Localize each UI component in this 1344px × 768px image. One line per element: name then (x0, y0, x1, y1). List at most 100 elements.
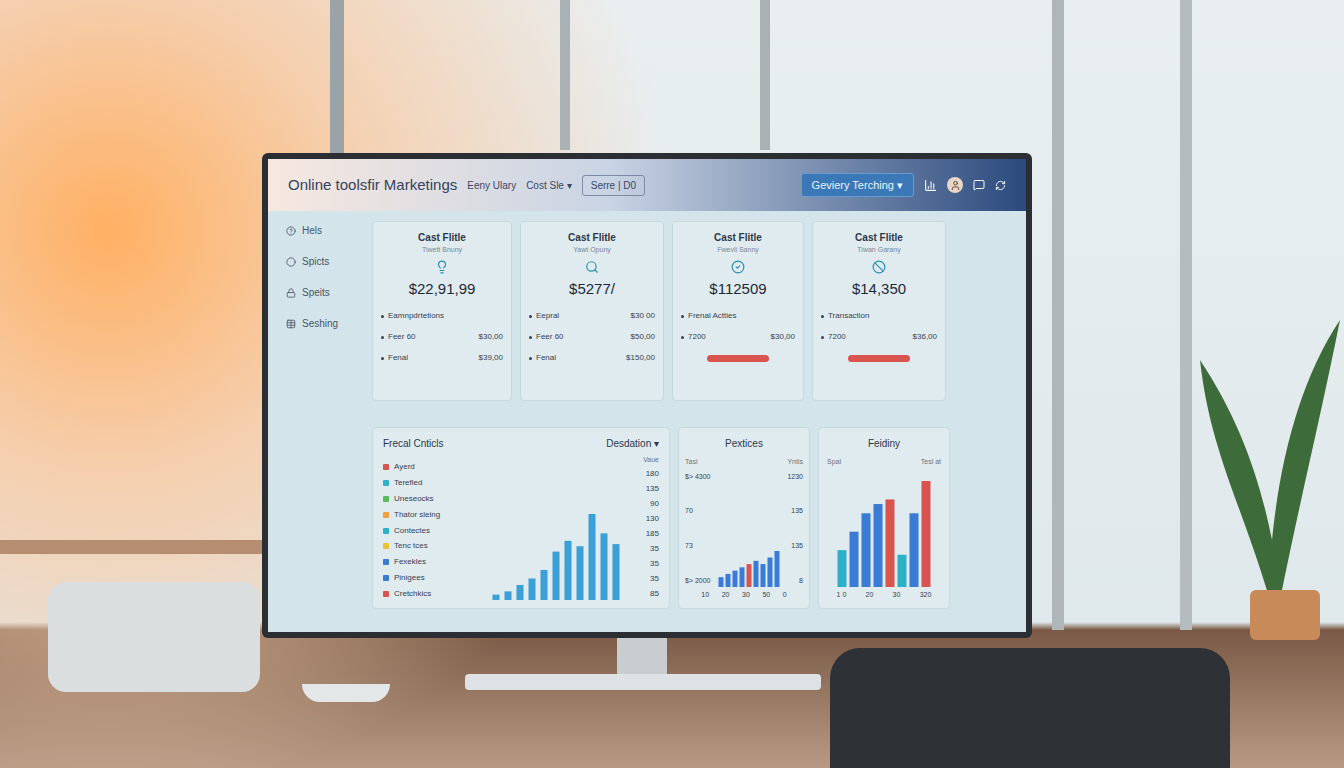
sidebar-item[interactable]: Hels (286, 223, 372, 238)
summary-card[interactable]: Cast FlitleFwevli Sanny$112509Frenal Act… (672, 221, 804, 401)
user-icon (950, 180, 961, 191)
summary-card[interactable]: Cast FlitleYawt Opuny$5277/Eepral$30 00F… (520, 221, 664, 401)
legend-swatch (383, 528, 389, 534)
circle-icon (286, 257, 296, 267)
legend-swatch (383, 480, 389, 486)
bullet-dot (821, 336, 824, 339)
card-title: Cast Flitle (855, 230, 903, 245)
window-frame (560, 0, 570, 150)
nav-link[interactable]: Cost Sle ▾ (526, 178, 572, 193)
alert-bar (707, 355, 769, 362)
sidebar-item[interactable]: Speits (286, 285, 372, 300)
card-title: Cast Flitle (418, 230, 466, 245)
legend-item: Contectes (383, 525, 479, 537)
chart-bar (589, 514, 596, 600)
chart-bar (838, 550, 847, 587)
chart-bar (739, 567, 744, 587)
value-cell: 90 (650, 498, 659, 510)
bullet-dot (821, 315, 824, 318)
y-axis-left: $> 43007073$> 2000 (685, 472, 711, 587)
chart-bar (529, 579, 536, 601)
chart-icon[interactable] (924, 179, 937, 192)
legend-item: Ayerd (383, 461, 479, 473)
legend-item: Fexekles (383, 556, 479, 568)
legend-list: AyerdTerefiedUneseocksThator sleingConte… (383, 455, 479, 600)
chart-bar (922, 481, 931, 587)
value-column: Vaue1801359013018535353585 (633, 455, 659, 600)
chart-bar (565, 541, 572, 600)
y-axis-right: 12301351358 (787, 472, 803, 587)
card-value: $112509 (709, 278, 766, 301)
plant-icon (1200, 300, 1344, 640)
monitor-base (465, 674, 821, 690)
chart-bar (517, 585, 524, 600)
message-icon[interactable] (973, 179, 985, 191)
card-row-item: 7200$30,00 (681, 331, 795, 343)
card-row-item: Transaction (821, 310, 937, 322)
x-axis: 102030500 (685, 590, 803, 601)
avatar[interactable] (947, 177, 963, 193)
card-row-item: Feer 60$50,00 (529, 331, 655, 343)
legend-item: Cretchkics (383, 588, 479, 600)
chart-row: Frecal Cnticls Desdation ▾ AyerdTerefiedUn… (372, 427, 950, 609)
sidebar-item[interactable]: Spicts (286, 254, 372, 269)
card-title: Cast Flitle (714, 230, 762, 245)
bullet-dot (681, 315, 684, 318)
value-cell: 35 (650, 558, 659, 570)
chart-bar (862, 513, 871, 587)
view-dropdown[interactable]: Geviery Terching ▾ (801, 173, 914, 198)
chair (48, 582, 260, 692)
chart-bar (577, 546, 584, 600)
lightbulb-icon (435, 260, 449, 274)
nav-link[interactable]: Eeny Ulary (467, 178, 516, 193)
search-icon (585, 260, 599, 274)
card-row-item: Fenal$39,00 (381, 352, 503, 364)
window-sill (0, 540, 262, 554)
feidiny-panel: FeidinySpalTesl at1 02030320 (818, 427, 950, 609)
chart-bar (718, 577, 723, 587)
office-scene: Online toolsfir MarketingsEeny UlaryCost… (0, 0, 1344, 768)
refresh-icon[interactable] (995, 180, 1006, 191)
chart-bar (725, 573, 730, 586)
card-value: $22,91,99 (409, 278, 476, 301)
card-rows: EamnpdrtetionsFeer 60$30,00Fenal$39,00 (381, 310, 503, 364)
x-axis: 1 02030320 (827, 590, 941, 601)
bullet-dot (381, 336, 384, 339)
value-cell: 85 (650, 588, 659, 600)
card-value: $14,350 (852, 278, 906, 301)
bullet-dot (529, 336, 532, 339)
panel-title: Frecal Cnticls (383, 436, 444, 451)
frecal-panel: Frecal Cnticls Desdation ▾ AyerdTerefiedUn… (372, 427, 670, 609)
sidebar: Hels Spicts Speits Seshing (268, 211, 372, 632)
legend-item: Tenc tces (383, 540, 479, 552)
panel-title: Feidiny (827, 436, 941, 451)
chart-bar (767, 557, 772, 586)
card-row-item: 7200$36,00 (821, 331, 937, 343)
chart-bar (886, 499, 895, 587)
chart-bar (601, 533, 608, 600)
chart-bar (760, 564, 765, 587)
legend-swatch (383, 512, 389, 518)
card-rows: Frenal Actties7200$30,00 (681, 310, 795, 343)
summary-card[interactable]: Cast FlitleTiwan Garany$14,350Transactio… (812, 221, 946, 401)
chart-bar (850, 531, 859, 586)
table-icon (286, 319, 296, 329)
card-row: Cast FlitleTiwett Bnuny$22,91,99Eamnpdrt… (372, 221, 950, 401)
feidiny-chart (829, 477, 939, 587)
bullet-dot (529, 315, 532, 318)
nav-button[interactable]: Serre | D0 (582, 175, 645, 196)
chair (830, 648, 1230, 768)
panel-dropdown[interactable]: Desdation ▾ (606, 436, 659, 451)
value-cell: 185 (646, 528, 659, 540)
card-subtitle: Yawt Opuny (573, 245, 611, 256)
summary-card[interactable]: Cast FlitleTiwett Bnuny$22,91,99Eamnpdrt… (372, 221, 512, 401)
chart-bar (753, 560, 758, 586)
monitor-bezel: Online toolsfir MarketingsEeny UlaryCost… (262, 153, 1032, 638)
lock-icon (286, 288, 296, 298)
bowl (302, 684, 390, 702)
window-frame (1180, 0, 1192, 630)
bullet-dot (381, 315, 384, 318)
sidebar-item[interactable]: Seshing (286, 316, 372, 331)
chart-bar (493, 595, 500, 600)
card-row-item: Eamnpdrtetions (381, 310, 503, 322)
